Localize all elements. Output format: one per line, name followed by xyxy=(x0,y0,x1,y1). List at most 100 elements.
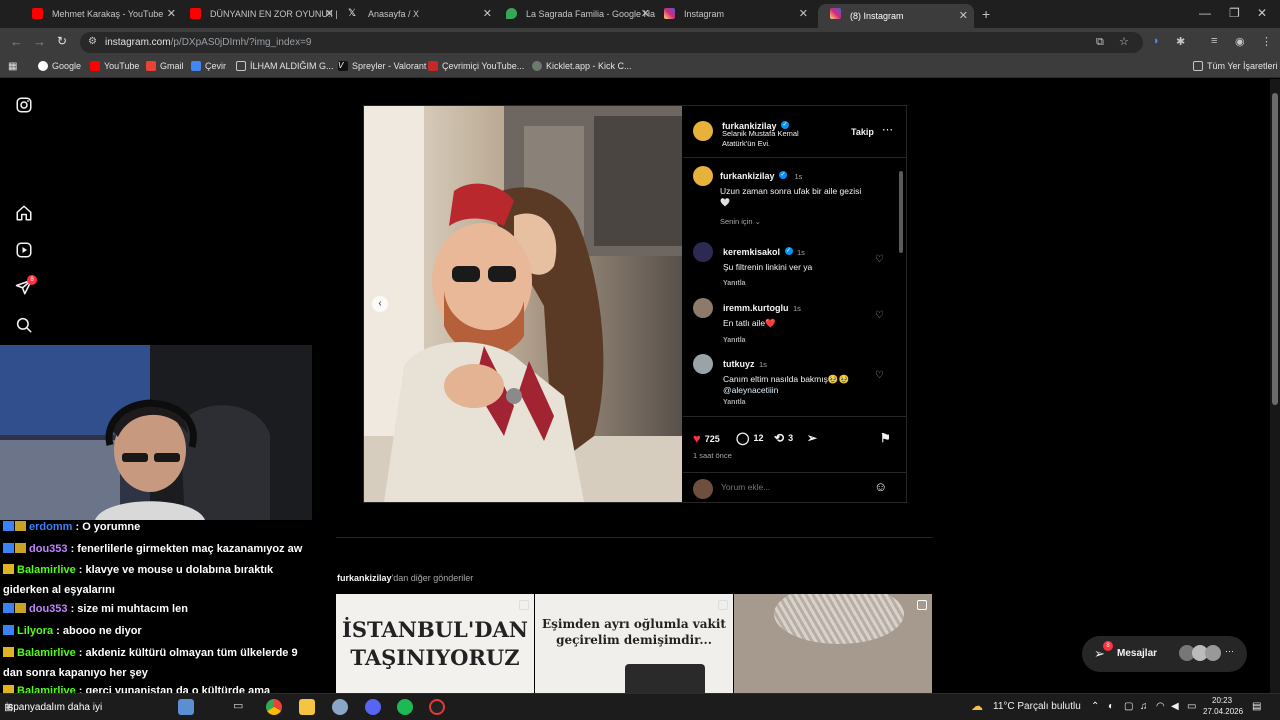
share-send-icon[interactable]: ➢ xyxy=(807,431,817,445)
search-icon[interactable] xyxy=(15,316,33,334)
reload-icon[interactable]: ↻ xyxy=(57,34,67,48)
comment-username[interactable]: tutkuyz xyxy=(723,359,755,369)
bookmark-kicklet[interactable]: Kicklet.app - Kick C... xyxy=(532,61,632,71)
reply-button[interactable]: Yanıtla xyxy=(723,280,883,287)
minimize-icon[interactable]: — xyxy=(1199,6,1211,20)
chat-username[interactable]: Balamirlive xyxy=(17,685,76,693)
close-icon[interactable]: ✕ xyxy=(959,9,968,22)
install-app-icon[interactable]: ⧉ xyxy=(1096,36,1104,49)
carousel-previous-button[interactable]: ‹ xyxy=(372,296,388,312)
all-bookmarks-folder[interactable]: Tüm Yer İşaretleri xyxy=(1193,61,1278,71)
chat-username[interactable]: erdomm xyxy=(29,521,72,533)
tray-chevron-up-icon[interactable]: ⌃ xyxy=(1091,701,1099,712)
extension-icon[interactable]: ◗ xyxy=(1153,35,1160,47)
like-comment-heart-icon[interactable]: ♡ xyxy=(875,254,884,265)
comment-username[interactable]: iremm.kurtoglu xyxy=(723,303,789,313)
taskbar-app-icon[interactable] xyxy=(332,699,348,715)
file-explorer-icon[interactable] xyxy=(299,699,315,715)
close-icon[interactable]: ✕ xyxy=(483,7,492,20)
author-avatar[interactable] xyxy=(693,166,713,186)
weather-icon[interactable]: ☁ xyxy=(971,699,983,713)
taskbar-search-text[interactable]: ispanyadalım daha iyi xyxy=(6,702,102,713)
more-post-thumbnail[interactable] xyxy=(734,594,932,693)
site-info-icon[interactable]: ⚙ xyxy=(88,36,97,47)
apps-grid-icon[interactable]: ▦ xyxy=(8,61,17,72)
close-icon[interactable]: ✕ xyxy=(641,7,650,20)
task-view-icon[interactable]: ▭ xyxy=(233,699,249,715)
forward-arrow-icon[interactable]: → xyxy=(33,34,46,49)
like-count[interactable]: 725 xyxy=(705,434,720,444)
extensions-puzzle-icon[interactable]: ✱ xyxy=(1176,35,1185,48)
emoji-picker-icon[interactable]: ☺ xyxy=(874,479,887,494)
post-location[interactable]: Selanik Mustafa Kemal Atatürk'ün Evi. xyxy=(722,129,832,149)
tray-app-icon[interactable]: ▢ xyxy=(1124,701,1133,712)
tab-x[interactable]: 𝕏 Anasayfa / X ✕ xyxy=(336,4,498,24)
more-icon[interactable]: ⋯ xyxy=(1225,646,1234,657)
volume-icon[interactable]: ◀ xyxy=(1171,701,1179,712)
comment-action[interactable]: ◯ 12 xyxy=(736,431,763,445)
messages-button[interactable]: ➢ 8 Mesajlar ⋯ xyxy=(1082,636,1247,672)
chrome-icon[interactable] xyxy=(266,699,282,715)
scrollbar-thumb[interactable] xyxy=(1272,93,1278,405)
more-options-icon[interactable]: ⋯ xyxy=(882,123,893,136)
wifi-icon[interactable]: ◠ xyxy=(1156,701,1165,712)
commenter-avatar[interactable] xyxy=(693,354,713,374)
save-bookmark-icon[interactable]: ⚑ xyxy=(880,431,891,445)
tab-google-maps[interactable]: La Sagrada Familia - Google Ha ✕ xyxy=(494,4,656,24)
repost-icon[interactable]: ⟲ xyxy=(774,431,784,445)
more-post-thumbnail[interactable]: İSTANBUL'DAN TAŞINIYORUZ xyxy=(336,594,534,693)
tab-instagram-active[interactable]: (8) Instagram ✕ xyxy=(818,4,974,28)
page-scrollbar[interactable] xyxy=(1270,79,1280,693)
chat-username[interactable]: Lilyora xyxy=(17,625,53,637)
address-bar[interactable]: ⚙ instagram.com/p/DXpAS0jDImh/?img_index… xyxy=(80,32,1143,53)
chat-username[interactable]: dou353 xyxy=(29,603,68,615)
media-control-icon[interactable]: ≡ xyxy=(1211,35,1217,47)
like-comment-heart-icon[interactable]: ♡ xyxy=(875,370,884,381)
bookmark-star-icon[interactable]: ☆ xyxy=(1119,35,1129,48)
heart-filled-icon[interactable]: ♥ xyxy=(693,431,701,446)
chat-username[interactable]: Balamirlive xyxy=(17,647,76,659)
battery-icon[interactable]: ▭ xyxy=(1187,701,1196,712)
notifications-icon[interactable]: ▤ xyxy=(1252,701,1261,712)
comment-bubble-icon[interactable]: ◯ xyxy=(736,431,749,445)
instagram-logo-icon[interactable] xyxy=(15,96,33,114)
tab-instagram[interactable]: Instagram ✕ xyxy=(652,4,814,24)
close-icon[interactable]: ✕ xyxy=(799,7,808,20)
window-close-icon[interactable]: ✕ xyxy=(1257,6,1267,20)
microphone-icon[interactable]: ♫ xyxy=(1140,701,1148,712)
reply-button[interactable]: Yanıtla xyxy=(723,337,883,344)
menu-kebab-icon[interactable]: ⋮ xyxy=(1261,35,1272,48)
like-action[interactable]: ♥ 725 xyxy=(693,431,720,446)
post-photo[interactable]: ‹ xyxy=(364,106,682,502)
comments-scrollbar[interactable] xyxy=(898,161,904,413)
comment-mention-link[interactable]: @aleynacetiiin xyxy=(723,385,883,395)
commenter-avatar[interactable] xyxy=(693,242,713,262)
tab-youtube-1[interactable]: Mehmet Karakaş - YouTube ✕ xyxy=(20,4,182,24)
bookmark-valorant[interactable]: V Spreyler - Valorant xyxy=(338,61,426,71)
close-icon[interactable]: ✕ xyxy=(167,7,176,20)
more-posts-username[interactable]: furkankizilay xyxy=(337,573,392,583)
new-tab-button[interactable]: + xyxy=(982,6,990,22)
url-text[interactable]: instagram.com/p/DXpAS0jDImh/?img_index=9 xyxy=(105,37,312,48)
bookmark-folder-ilham[interactable]: İLHAM ALDIĞIM G... xyxy=(236,61,334,71)
home-icon[interactable] xyxy=(15,204,33,222)
tab-youtube-2[interactable]: DÜNYANIN EN ZOR OYUNU!! | ✕ xyxy=(178,4,340,24)
restore-icon[interactable]: ❐ xyxy=(1229,6,1240,20)
weather-text[interactable]: 11°C Parçalı bulutlu xyxy=(993,701,1081,712)
clock-date[interactable]: 27.04.2026 xyxy=(1203,707,1243,716)
reply-button[interactable]: Yanıtla xyxy=(723,399,883,406)
more-post-thumbnail[interactable]: Eşimden ayrı oğlumla vakit geçirelim dem… xyxy=(535,594,733,693)
like-comment-heart-icon[interactable]: ♡ xyxy=(875,310,884,321)
bookmark-translate[interactable]: Çevir xyxy=(191,61,226,71)
commenter-avatar[interactable] xyxy=(693,298,713,318)
chat-username[interactable]: Balamirlive xyxy=(17,564,76,576)
chat-username[interactable]: dou353 xyxy=(29,543,68,555)
profile-avatar-icon[interactable]: ◉ xyxy=(1235,35,1245,48)
add-comment-input[interactable] xyxy=(721,482,861,492)
bookmark-youtube[interactable]: YouTube xyxy=(90,61,139,71)
bookmark-google[interactable]: Google xyxy=(38,61,81,71)
obs-icon[interactable] xyxy=(429,699,445,715)
repost-action[interactable]: ⟲ 3 xyxy=(774,431,793,445)
reels-icon[interactable] xyxy=(15,241,33,259)
discord-icon[interactable] xyxy=(365,699,381,715)
